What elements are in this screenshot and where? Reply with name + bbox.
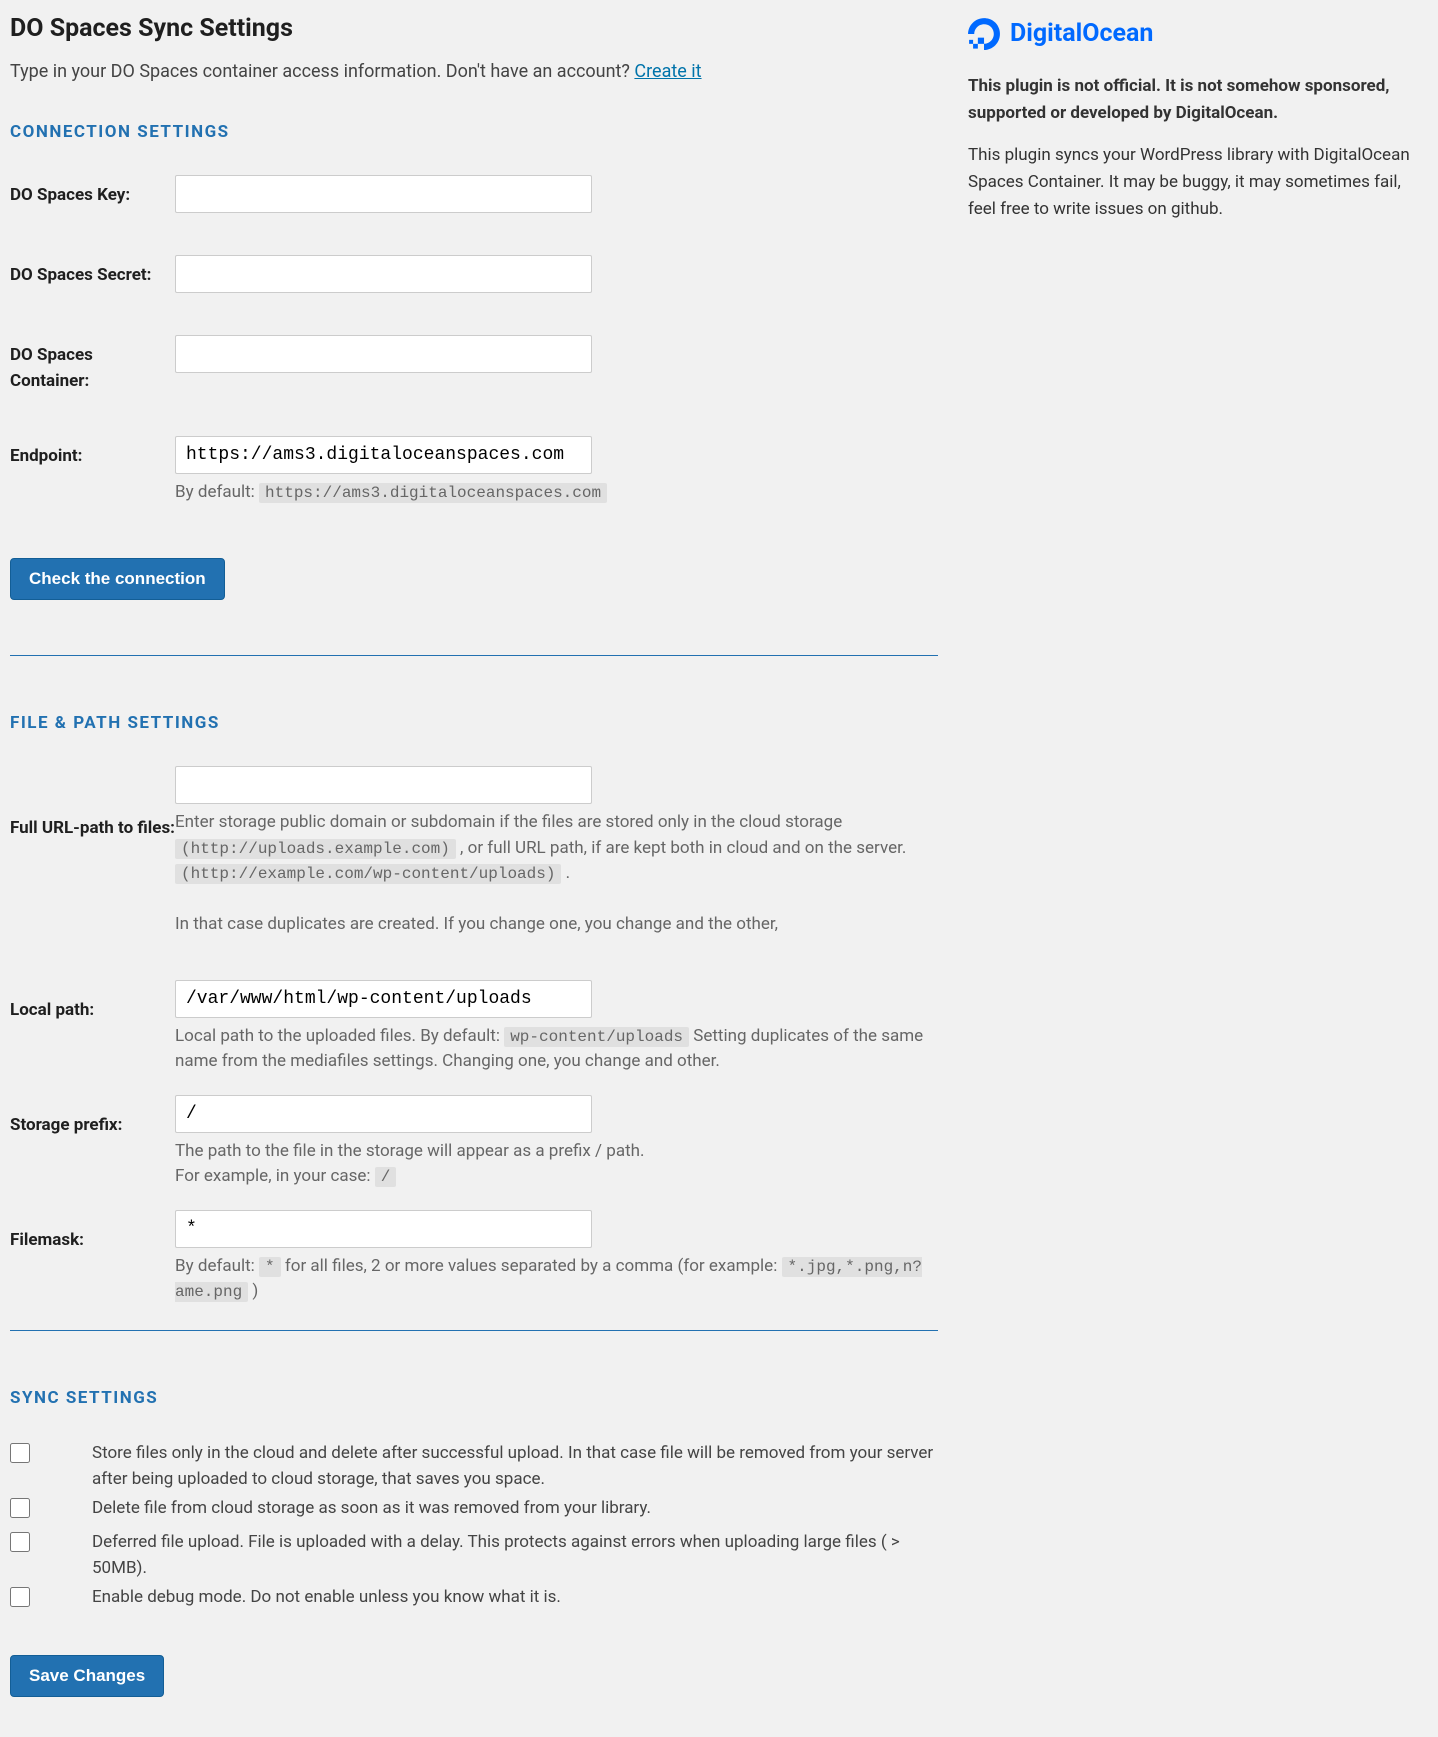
debug-mode-checkbox[interactable] <box>10 1587 30 1607</box>
urlpath-label: Full URL-path to files: <box>10 766 175 842</box>
prefix-input[interactable] <box>175 1095 592 1133</box>
endpoint-input[interactable] <box>175 436 592 474</box>
section-sync-header: SYNC SETTINGS <box>10 1386 938 1412</box>
divider <box>10 1330 938 1331</box>
prefix-label: Storage prefix: <box>10 1095 175 1139</box>
urlpath-description: Enter storage public domain or subdomain… <box>175 810 938 938</box>
plugin-description: This plugin syncs your WordPress library… <box>968 142 1428 224</box>
deferred-upload-label: Deferred file upload. File is uploaded w… <box>92 1530 938 1581</box>
store-only-cloud-checkbox[interactable] <box>10 1443 30 1463</box>
create-account-link[interactable]: Create it <box>634 61 701 82</box>
endpoint-description: By default: https://ams3.digitaloceanspa… <box>175 480 938 506</box>
localpath-description: Local path to the uploaded files. By def… <box>175 1024 938 1075</box>
save-changes-button[interactable]: Save Changes <box>10 1655 164 1697</box>
urlpath-input[interactable] <box>175 766 592 804</box>
divider <box>10 655 938 656</box>
disclaimer-text: This plugin is not official. It is not s… <box>968 73 1428 127</box>
intro-text-body: Type in your DO Spaces container access … <box>10 61 634 82</box>
secret-input[interactable] <box>175 255 592 293</box>
key-label: DO Spaces Key: <box>10 175 175 209</box>
store-only-cloud-label: Store files only in the cloud and delete… <box>92 1441 938 1492</box>
debug-mode-label: Enable debug mode. Do not enable unless … <box>92 1585 938 1611</box>
localpath-input[interactable] <box>175 980 592 1018</box>
prefix-description: The path to the file in the storage will… <box>175 1139 938 1190</box>
endpoint-label: Endpoint: <box>10 436 175 470</box>
secret-label: DO Spaces Secret: <box>10 255 175 289</box>
deferred-upload-checkbox[interactable] <box>10 1532 30 1552</box>
digitalocean-brand-text: DigitalOcean <box>1010 15 1153 53</box>
intro-text: Type in your DO Spaces container access … <box>10 58 938 85</box>
section-filepath-header: FILE & PATH SETTINGS <box>10 711 938 737</box>
check-connection-button[interactable]: Check the connection <box>10 558 225 600</box>
delete-from-cloud-checkbox[interactable] <box>10 1498 30 1518</box>
filemask-input[interactable] <box>175 1210 592 1248</box>
section-connection-header: CONNECTION SETTINGS <box>10 120 938 146</box>
digitalocean-brand: DigitalOcean <box>968 15 1428 53</box>
digitalocean-logo-icon <box>968 18 1000 50</box>
filemask-label: Filemask: <box>10 1210 175 1254</box>
page-title: DO Spaces Sync Settings <box>10 10 938 48</box>
container-label: DO Spaces Container: <box>10 335 175 394</box>
container-input[interactable] <box>175 335 592 373</box>
key-input[interactable] <box>175 175 592 213</box>
localpath-label: Local path: <box>10 980 175 1024</box>
filemask-description: By default: * for all files, 2 or more v… <box>175 1254 938 1305</box>
